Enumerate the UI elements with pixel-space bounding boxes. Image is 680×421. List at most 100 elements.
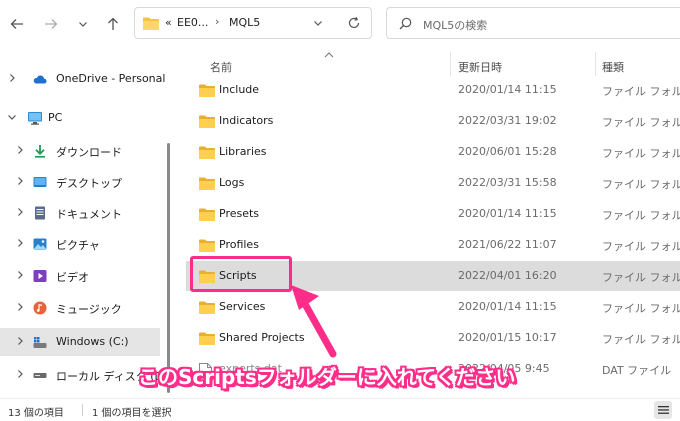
folder-icon xyxy=(199,115,215,128)
sort-ascending-icon xyxy=(324,52,334,58)
address-dropdown-icon[interactable] xyxy=(313,18,323,28)
chevron-right-icon[interactable] xyxy=(15,145,25,155)
file-date: 2020/01/14 11:15 xyxy=(458,207,557,220)
arrow-left-icon xyxy=(10,19,23,29)
file-date: 2020/01/15 10:17 xyxy=(458,331,557,344)
sidebar-item-label: ミュージック xyxy=(56,303,122,316)
sidebar-item-label: ドキュメント xyxy=(56,208,122,221)
breadcrumb-separator[interactable]: › xyxy=(215,15,219,28)
breadcrumb-ee0[interactable]: EE0... xyxy=(177,16,208,29)
file-name: Logs xyxy=(219,176,245,189)
monitor-icon xyxy=(28,112,42,125)
file-name: Presets xyxy=(219,207,260,220)
file-row-indicators[interactable]: Indicators 2022/03/31 19:02 ファイル フォルダー xyxy=(186,106,680,136)
sidebar-item-label: PC xyxy=(48,111,63,124)
column-divider[interactable] xyxy=(450,52,451,76)
cloud-icon xyxy=(33,75,47,84)
file-type: ファイル フォルダー xyxy=(602,240,680,253)
file-date: 2020/01/14 11:15 xyxy=(458,300,557,313)
download-icon xyxy=(35,145,45,158)
file-date: 2022/03/31 15:58 xyxy=(458,176,557,189)
sidebar-item-label: ダウンロード xyxy=(56,146,122,159)
column-name[interactable]: 名前 xyxy=(210,59,232,75)
refresh-icon[interactable] xyxy=(347,16,361,30)
sidebar-item-desktop[interactable]: デスクトップ xyxy=(0,168,160,196)
search-icon xyxy=(399,17,412,30)
chevron-right-icon[interactable] xyxy=(15,302,25,312)
chevron-right-icon[interactable] xyxy=(7,73,17,83)
sidebar-item-music[interactable]: ミュージック xyxy=(0,294,160,322)
scripts-highlight-box xyxy=(190,256,292,292)
up-button[interactable] xyxy=(102,13,124,35)
file-row-shared-projects[interactable]: Shared Projects 2020/01/15 10:17 ファイル フォ… xyxy=(186,323,680,353)
file-type: ファイル フォルダー xyxy=(602,209,680,222)
sidebar-item-windows-c[interactable]: Windows (C:) xyxy=(0,328,160,356)
sidebar-item-local-disk-d[interactable]: ローカル ディスク (D:) xyxy=(0,361,171,389)
file-type: ファイル フォルダー xyxy=(602,333,680,346)
file-type: ファイル フォルダー xyxy=(602,147,680,160)
forward-button[interactable] xyxy=(40,13,62,35)
pictures-icon xyxy=(33,238,47,250)
file-date: 2022/03/31 19:02 xyxy=(458,114,557,127)
chevron-right-icon[interactable] xyxy=(15,336,25,346)
desktop-icon xyxy=(33,177,47,187)
chevron-right-icon[interactable] xyxy=(15,369,25,379)
back-button[interactable] xyxy=(6,13,28,35)
chevron-right-icon[interactable] xyxy=(15,207,25,217)
folder-icon xyxy=(199,177,215,190)
status-divider xyxy=(82,404,83,416)
navigation-toolbar: « EE0... › MQL5 MQL5の検索 xyxy=(0,0,680,48)
file-name: Include xyxy=(219,83,260,96)
address-bar[interactable]: « EE0... › MQL5 xyxy=(134,7,372,39)
search-box[interactable]: MQL5の検索 xyxy=(386,7,680,39)
file-row-logs[interactable]: Logs 2022/03/31 15:58 ファイル フォルダー xyxy=(186,168,680,198)
chevron-right-icon[interactable] xyxy=(15,270,25,280)
arrow-right-icon xyxy=(45,19,58,29)
column-date[interactable]: 更新日時 xyxy=(458,59,502,75)
file-date: 2020/01/14 11:15 xyxy=(458,83,557,96)
address-overflow[interactable]: « xyxy=(165,16,172,29)
details-view-button[interactable] xyxy=(654,401,672,419)
folder-icon xyxy=(199,239,215,252)
instruction-annotation: このScriptsフォルダーに入れてください xyxy=(138,365,516,389)
search-placeholder: MQL5の検索 xyxy=(423,19,488,32)
sidebar-item-downloads[interactable]: ダウンロード xyxy=(0,137,160,165)
music-icon xyxy=(33,301,47,315)
column-divider[interactable] xyxy=(595,52,596,76)
file-row-services[interactable]: Services 2020/01/14 11:15 ファイル フォルダー xyxy=(186,292,680,322)
selected-count: 1 個の項目を選択 xyxy=(92,408,172,419)
sidebar-item-onedrive[interactable]: OneDrive - Personal xyxy=(0,65,165,93)
breadcrumb-mql5[interactable]: MQL5 xyxy=(229,16,260,29)
file-type: DAT ファイル xyxy=(602,364,672,377)
folder-icon xyxy=(143,17,159,30)
chevron-down-icon[interactable] xyxy=(7,112,17,122)
arrow-up-icon xyxy=(108,17,118,30)
sidebar-item-videos[interactable]: ビデオ xyxy=(0,262,160,290)
sidebar-item-documents[interactable]: ドキュメント xyxy=(0,199,160,227)
navigation-pane: OneDrive - Personal PC ダウンロード デスクトップ ドキュ… xyxy=(0,48,171,398)
status-bar: 13 個の項目 1 個の項目を選択 xyxy=(0,398,680,421)
folder-icon xyxy=(199,208,215,221)
file-type: ファイル フォルダー xyxy=(602,271,680,284)
list-view-icon xyxy=(657,406,669,414)
document-icon xyxy=(35,206,45,220)
file-name: Indicators xyxy=(219,114,274,127)
file-row-include[interactable]: Include 2020/01/14 11:15 ファイル フォルダー xyxy=(186,75,680,105)
sidebar-item-pc[interactable]: PC xyxy=(0,104,160,132)
recent-locations-button[interactable] xyxy=(72,13,94,35)
item-count: 13 個の項目 xyxy=(8,408,64,419)
sidebar-item-pictures[interactable]: ピクチャ xyxy=(0,230,160,258)
sidebar-item-label: Windows (C:) xyxy=(56,335,129,348)
file-row-presets[interactable]: Presets 2020/01/14 11:15 ファイル フォルダー xyxy=(186,199,680,229)
file-name: Libraries xyxy=(219,145,267,158)
file-name: Services xyxy=(219,300,266,313)
disk-icon xyxy=(33,373,47,378)
chevron-right-icon[interactable] xyxy=(15,176,25,186)
file-row-libraries[interactable]: Libraries 2020/06/01 15:28 ファイル フォルダー xyxy=(186,137,680,167)
column-header-row: 名前 更新日時 種類 xyxy=(186,48,680,78)
column-type[interactable]: 種類 xyxy=(602,59,624,75)
sidebar-item-label: OneDrive - Personal xyxy=(56,72,166,85)
chevron-right-icon[interactable] xyxy=(15,238,25,248)
file-type: ファイル フォルダー xyxy=(602,116,680,129)
sidebar-scrollbar[interactable] xyxy=(167,143,170,393)
